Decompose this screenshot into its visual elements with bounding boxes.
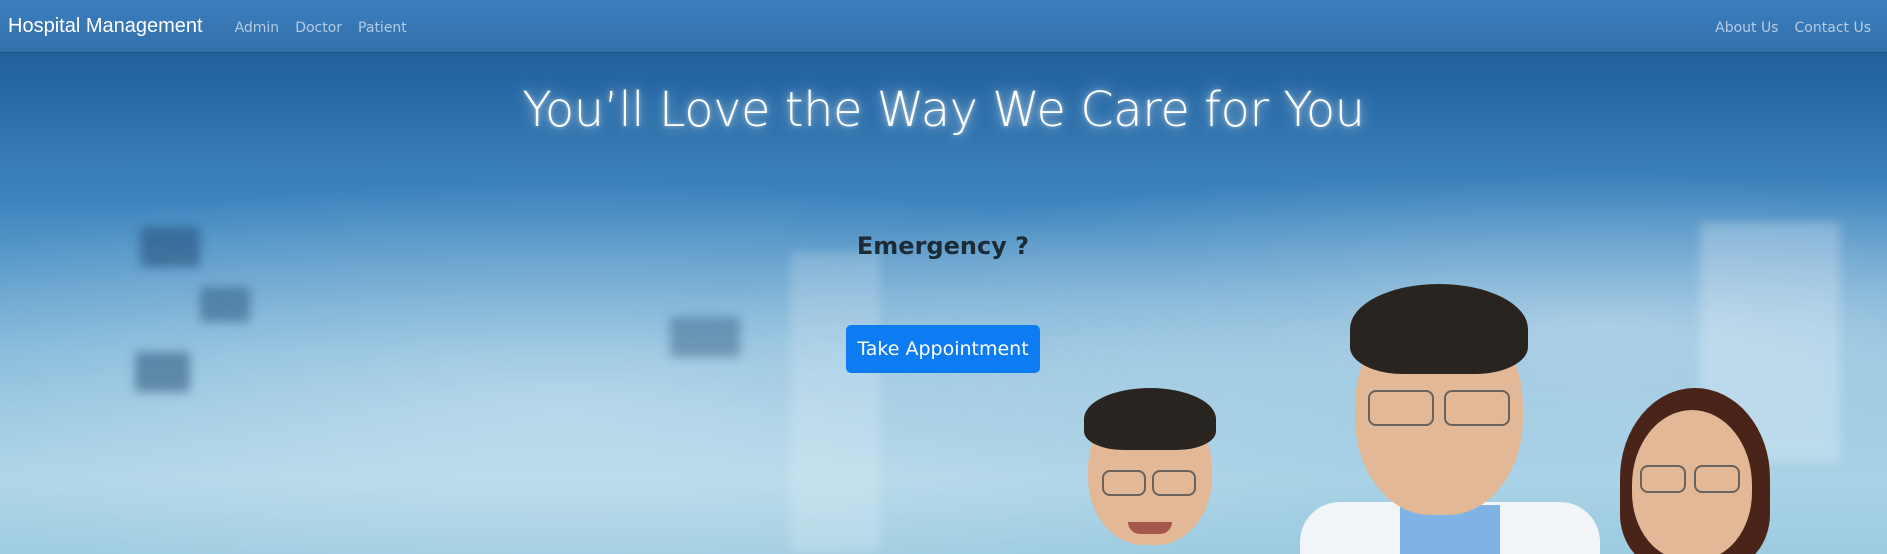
nav-item-doctor: Doctor: [287, 17, 350, 36]
background-blur-shape: [200, 287, 250, 322]
emergency-label: Emergency ?: [856, 232, 1030, 260]
nav-left: Admin Doctor Patient: [227, 17, 415, 36]
nav-item-admin: Admin: [227, 17, 288, 36]
nav-link-doctor[interactable]: Doctor: [287, 20, 350, 36]
hero-headline: You’ll Love the Way We Care for You: [522, 82, 1365, 138]
nav-item-contact-us: Contact Us: [1787, 17, 1879, 36]
nav-item-about-us: About Us: [1707, 17, 1786, 36]
background-blur-shape: [135, 352, 190, 392]
background-blur-shape: [670, 317, 740, 357]
nav-link-admin[interactable]: Admin: [227, 20, 288, 36]
nav-right: About Us Contact Us: [1707, 17, 1879, 36]
background-blur-shape: [790, 252, 880, 552]
nav-link-about-us[interactable]: About Us: [1707, 20, 1786, 36]
nav-link-patient[interactable]: Patient: [350, 20, 415, 36]
background-blur-shape: [1700, 222, 1840, 462]
nav-item-patient: Patient: [350, 17, 415, 36]
nav-link-contact-us[interactable]: Contact Us: [1787, 20, 1879, 36]
brand-link[interactable]: Hospital Management: [8, 15, 203, 38]
background-blur-shape: [140, 227, 200, 267]
take-appointment-button[interactable]: Take Appointment: [846, 325, 1040, 373]
navbar: Hospital Management Admin Doctor Patient…: [0, 0, 1887, 52]
